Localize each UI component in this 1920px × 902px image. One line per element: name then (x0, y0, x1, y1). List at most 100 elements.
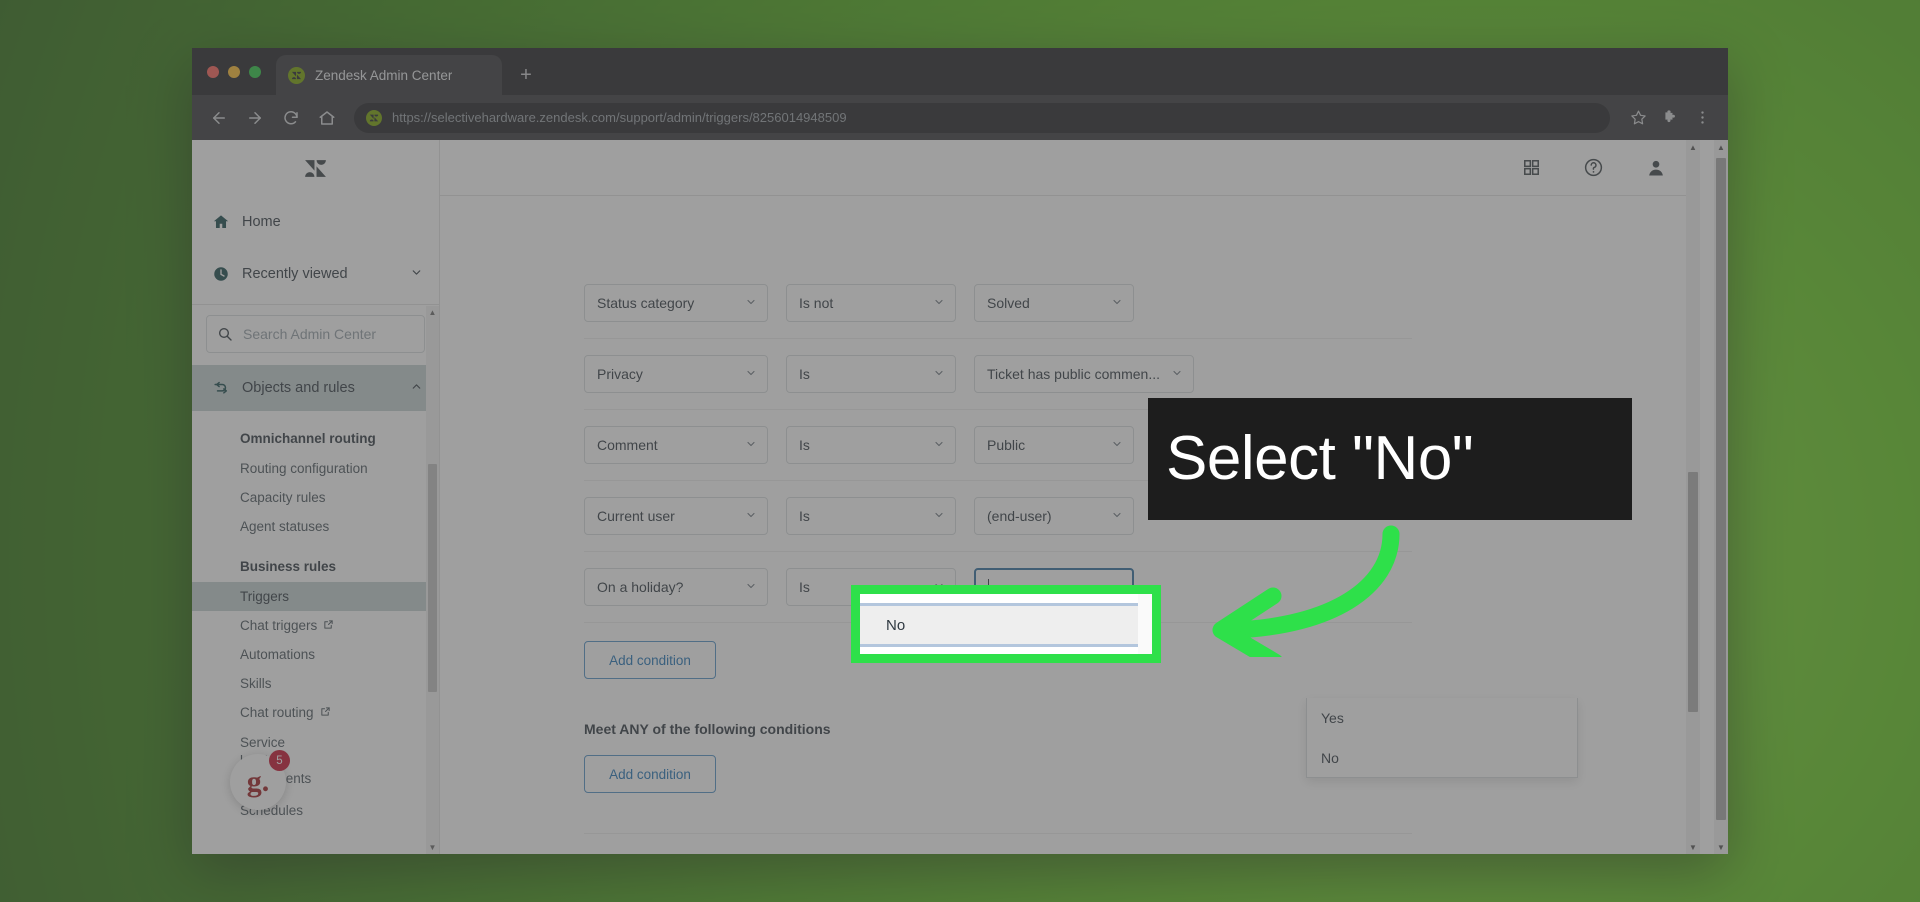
highlighted-dropdown-option[interactable]: No (860, 594, 1152, 654)
condition-value-select[interactable]: Ticket has public commen... (974, 355, 1194, 393)
content-scrollbar[interactable]: ▲ ▼ (1686, 140, 1700, 854)
highlight-top-strip (860, 594, 1152, 603)
scroll-up-arrow-icon[interactable]: ▲ (1686, 140, 1700, 154)
value-dropdown-menu[interactable]: Yes No (1306, 698, 1578, 778)
bookmark-star-icon[interactable] (1624, 104, 1652, 132)
sidebar-item-home-label: Home (242, 214, 281, 230)
chevron-down-icon (933, 437, 945, 453)
chevron-down-icon (745, 437, 757, 453)
sidebar-item-agent-statuses[interactable]: Agent statuses (192, 512, 439, 541)
sidebar-item-home[interactable]: Home (192, 196, 439, 248)
zendesk-logo-icon[interactable] (192, 140, 439, 196)
instruction-callout: Select "No" (1148, 398, 1632, 520)
chevron-up-icon[interactable] (410, 380, 423, 397)
sidebar-scrollbar[interactable]: ▲ ▼ (426, 306, 439, 854)
sidebar-divider (192, 304, 439, 305)
sidebar-item-objects-and-rules[interactable]: Objects and rules (192, 365, 439, 411)
chevron-down-icon (1111, 508, 1123, 524)
actions-heading: Actions (584, 834, 1700, 854)
condition-field-select[interactable]: Privacy (584, 355, 768, 393)
highlight-box-no-option[interactable]: No (851, 585, 1161, 663)
sidebar-item-chat-routing[interactable]: Chat routing (192, 698, 439, 727)
dropdown-option-no[interactable]: No (1307, 738, 1577, 778)
browser-menu-icon[interactable] (1688, 104, 1716, 132)
products-grid-icon[interactable] (1522, 158, 1541, 177)
condition-operator-select[interactable]: Is (786, 426, 956, 464)
sidebar-section-label: Objects and rules (242, 380, 355, 396)
scroll-up-arrow-icon[interactable]: ▲ (1714, 140, 1728, 154)
window-scrollbar[interactable]: ▲ ▼ (1714, 140, 1728, 854)
user-avatar-icon[interactable] (1646, 158, 1666, 178)
search-box[interactable] (206, 315, 426, 353)
condition-value-select[interactable]: (end-user) (974, 497, 1134, 535)
external-link-icon (320, 705, 331, 720)
home-icon[interactable] (312, 103, 342, 133)
sidebar-item-capacity-rules[interactable]: Capacity rules (192, 483, 439, 512)
support-widget-badge: 5 (269, 750, 290, 771)
reload-icon[interactable] (276, 103, 306, 133)
condition-operator-value: Is (799, 437, 810, 453)
condition-value-select[interactable]: Solved (974, 284, 1134, 322)
condition-operator-value: Is (799, 366, 810, 382)
highlighted-option-label[interactable]: No (860, 606, 1152, 644)
condition-field-value: Current user (597, 508, 675, 524)
new-tab-button[interactable]: + (514, 64, 538, 88)
instruction-callout-text: Select "No" (1166, 424, 1474, 493)
minimize-window-button[interactable] (228, 66, 240, 78)
sidebar-sublist: Omnichannel routing Routing configuratio… (192, 411, 439, 825)
chevron-down-icon (1111, 437, 1123, 453)
chevron-down-icon[interactable] (410, 266, 423, 283)
support-widget-button[interactable]: g. 5 (230, 750, 290, 810)
objects-rules-icon (212, 379, 242, 398)
extensions-puzzle-icon[interactable] (1656, 104, 1684, 132)
browser-toolbar: https://selectivehardware.zendesk.com/su… (192, 95, 1728, 140)
condition-value: Public (987, 437, 1026, 453)
scroll-down-arrow-icon[interactable]: ▼ (426, 841, 439, 854)
sidebar-item-schedules[interactable]: Schedules (192, 796, 439, 825)
condition-row: Status category Is not Solved (584, 268, 1412, 339)
address-bar[interactable]: https://selectivehardware.zendesk.com/su… (354, 102, 1610, 133)
browser-tab[interactable]: Zendesk Admin Center (276, 55, 502, 95)
highlight-right-gutter (1138, 594, 1152, 654)
condition-operator-select[interactable]: Is (786, 497, 956, 535)
sidebar-item-recently-viewed[interactable]: Recently viewed (192, 248, 439, 300)
condition-operator-select[interactable]: Is (786, 355, 956, 393)
condition-field-select[interactable]: Status category (584, 284, 768, 322)
sidebar-group-title: Omnichannel routing (240, 431, 376, 446)
back-icon[interactable] (204, 103, 234, 133)
sidebar-item-label: Skills (240, 676, 272, 691)
help-question-icon[interactable] (1583, 157, 1604, 178)
close-window-button[interactable] (207, 66, 219, 78)
maximize-window-button[interactable] (249, 66, 261, 78)
sidebar-item-routing-configuration[interactable]: Routing configuration (192, 454, 439, 483)
condition-operator-select[interactable]: Is not (786, 284, 956, 322)
condition-value-select[interactable]: Public (974, 426, 1134, 464)
add-condition-all-button[interactable]: Add condition (584, 641, 716, 679)
content-scrollbar-thumb[interactable] (1688, 472, 1698, 712)
sidebar-item-chat-triggers[interactable]: Chat triggers (192, 611, 439, 640)
condition-field-select[interactable]: Comment (584, 426, 768, 464)
scroll-down-arrow-icon[interactable]: ▼ (1714, 840, 1728, 854)
dropdown-option-yes[interactable]: Yes (1307, 698, 1577, 738)
scroll-up-arrow-icon[interactable]: ▲ (426, 306, 439, 319)
condition-field-value: Privacy (597, 366, 643, 382)
sidebar-item-automations[interactable]: Automations (192, 640, 439, 669)
condition-field-select[interactable]: Current user (584, 497, 768, 535)
condition-field-select[interactable]: On a holiday? (584, 568, 768, 606)
condition-operator-value: Is not (799, 295, 834, 311)
forward-icon[interactable] (240, 103, 270, 133)
search-input[interactable] (241, 325, 426, 343)
desktop-background: Zendesk Admin Center + https://selective… (0, 0, 1920, 902)
sidebar-item-skills[interactable]: Skills (192, 669, 439, 698)
condition-value: Ticket has public commen... (987, 366, 1160, 382)
window-controls[interactable] (207, 66, 261, 78)
sidebar-scrollbar-thumb[interactable] (428, 464, 437, 692)
sidebar-item-triggers[interactable]: Triggers (192, 582, 439, 611)
scroll-down-arrow-icon[interactable]: ▼ (1686, 840, 1700, 854)
window-scrollbar-thumb[interactable] (1716, 158, 1726, 820)
add-condition-any-button[interactable]: Add condition (584, 755, 716, 793)
admin-sidebar: Home Recently viewed Search Admin Center… (192, 140, 440, 854)
sidebar-item-label: Automations (240, 647, 316, 662)
chevron-down-icon (933, 295, 945, 311)
chevron-down-icon (745, 579, 757, 595)
